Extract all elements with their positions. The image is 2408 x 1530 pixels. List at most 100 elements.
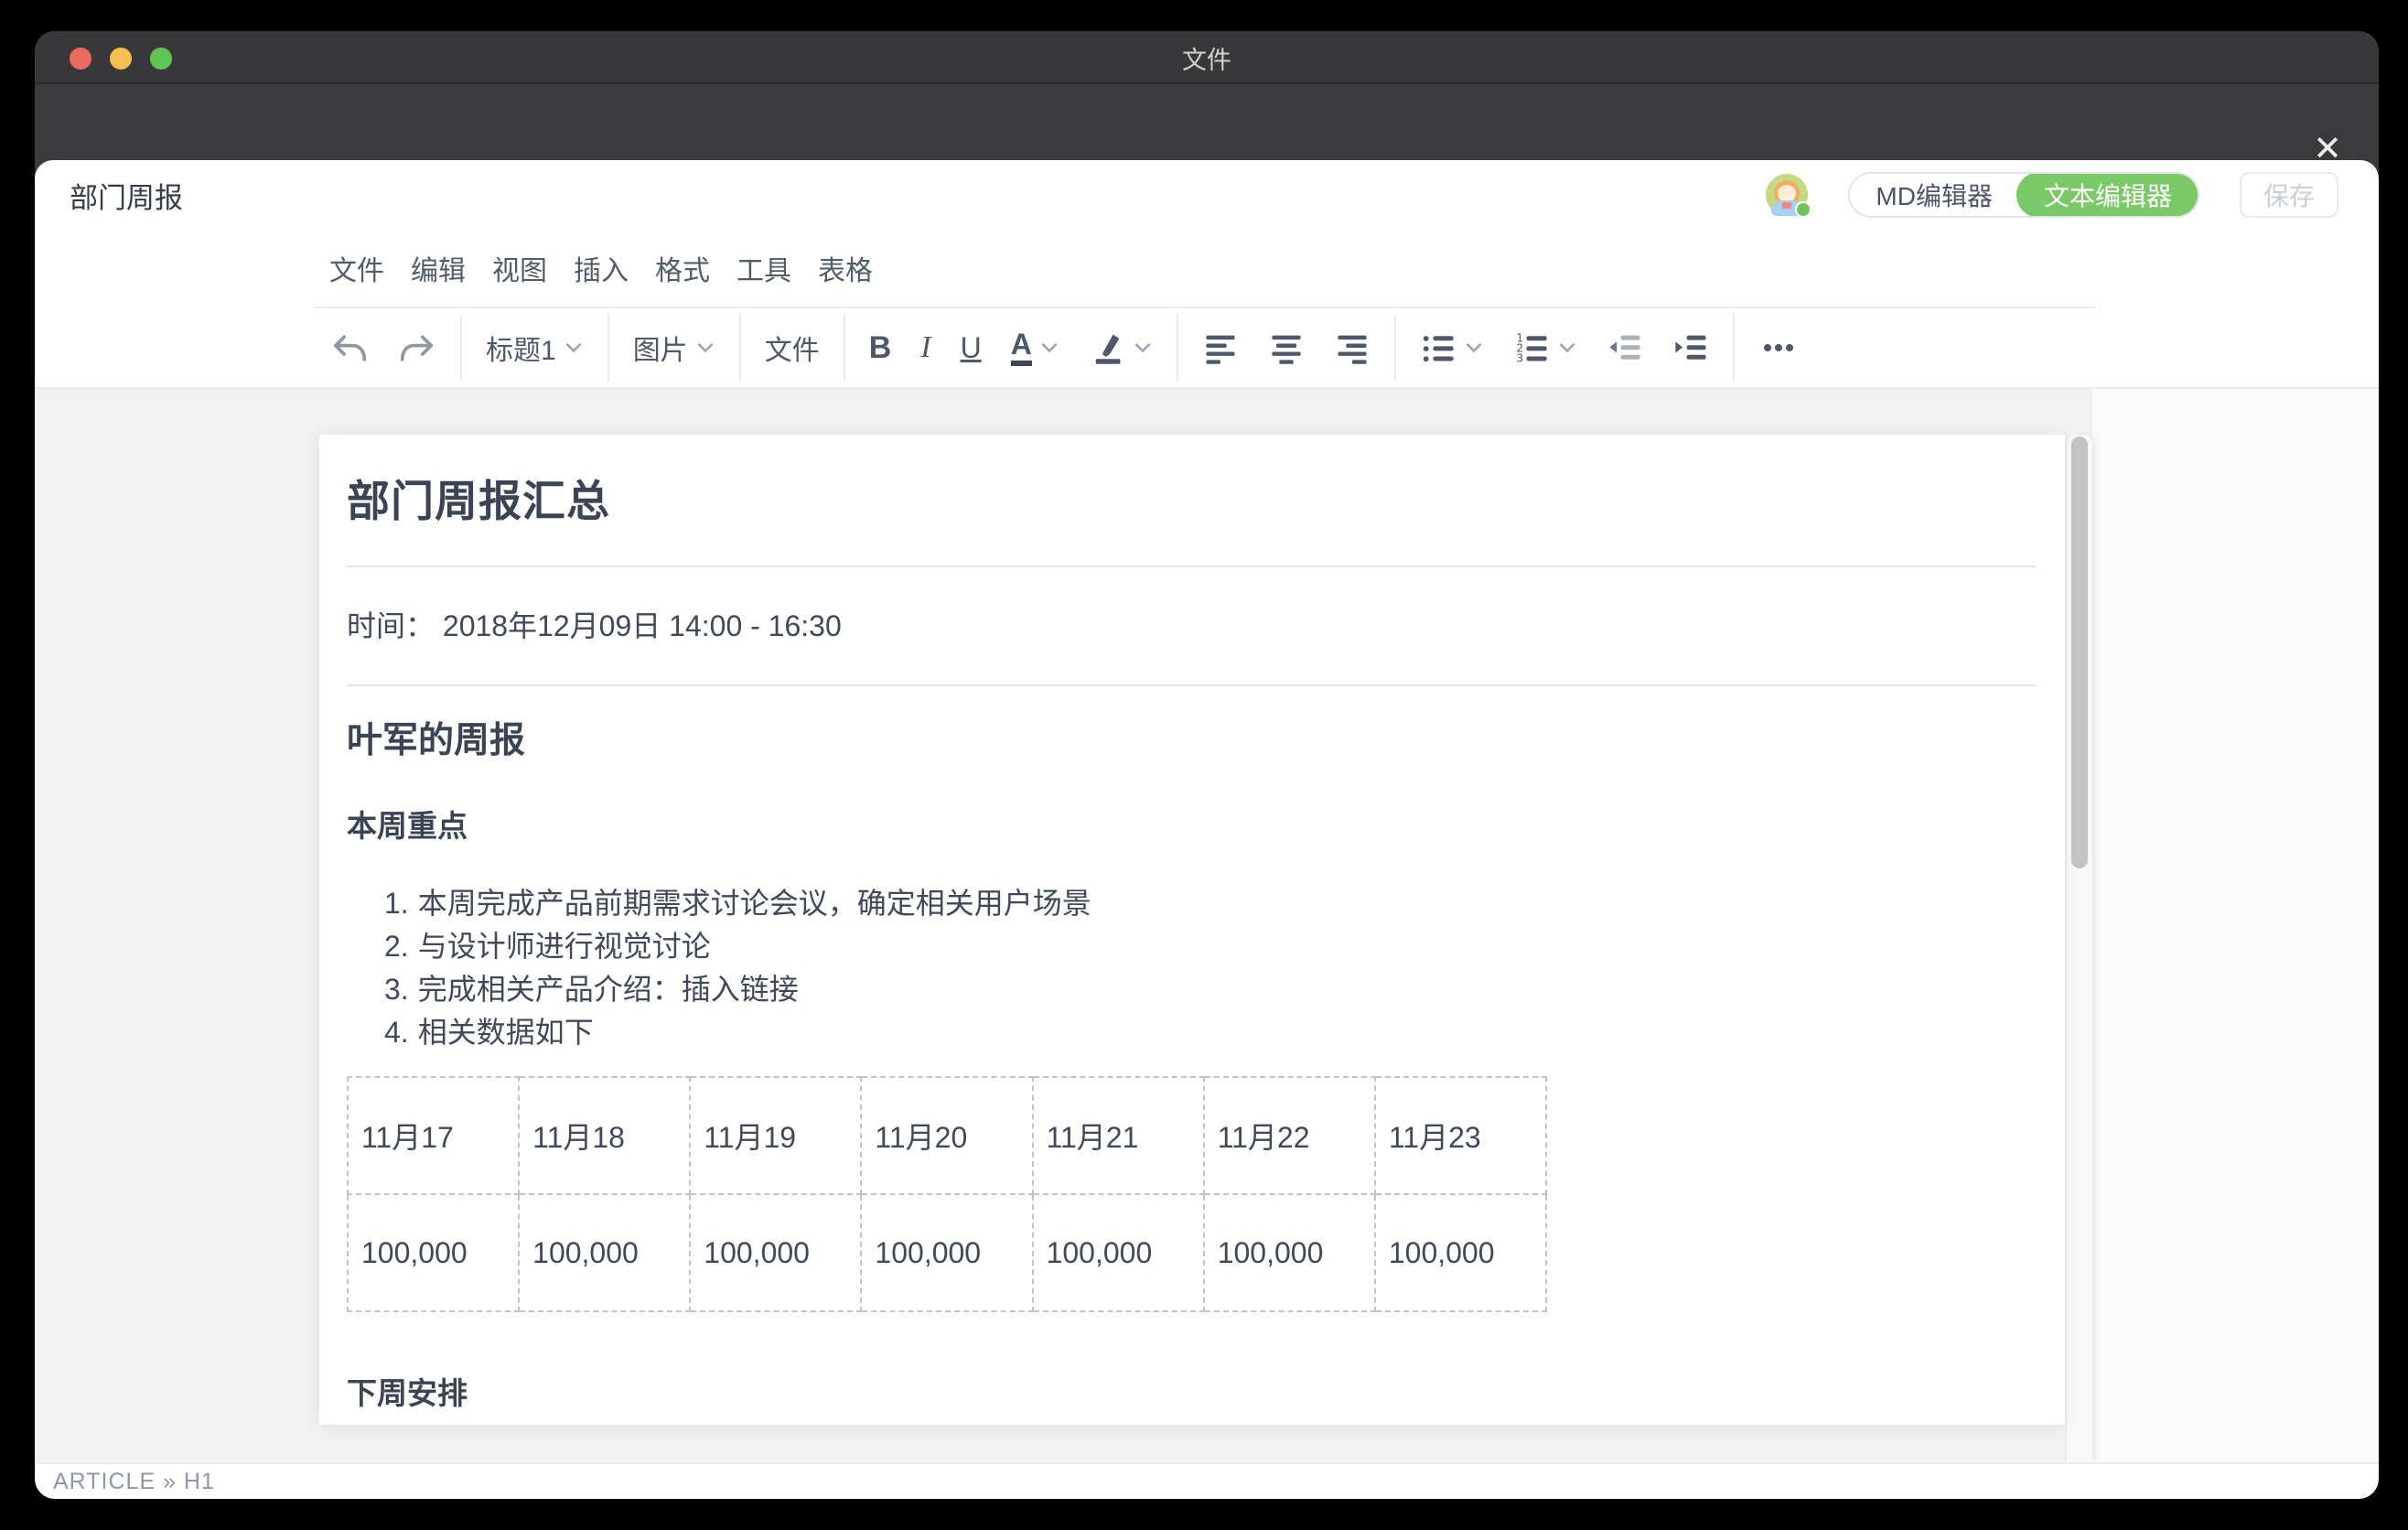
list-item: 4. 相关数据如下 — [384, 1011, 2036, 1054]
menu-tools[interactable]: 工具 — [736, 248, 791, 288]
doc-title: 部门周报 — [70, 175, 183, 216]
table-row: 100,000 100,000 100,000 100,000 100,000 … — [348, 1194, 1546, 1311]
horizontal-rule — [347, 684, 2036, 686]
close-icon[interactable]: ✕ — [2302, 123, 2353, 174]
ordered-list-icon: 123 — [1513, 329, 1550, 366]
undo-button[interactable] — [316, 318, 383, 377]
menu-format[interactable]: 格式 — [655, 248, 710, 288]
indent-button[interactable] — [1658, 318, 1724, 377]
toolbar-separator — [1733, 314, 1735, 382]
statusbar: ARTICLE » H1 — [35, 1462, 2379, 1499]
toolbar-separator — [739, 314, 741, 382]
chevron-down-icon — [564, 338, 584, 358]
horizontal-rule — [347, 566, 2036, 567]
file-insert-button[interactable]: 文件 — [750, 318, 834, 377]
window-title: 文件 — [35, 31, 2379, 84]
avatar-bow — [1782, 202, 1791, 209]
table-cell[interactable]: 11月23 — [1375, 1077, 1546, 1194]
chevron-down-icon — [1557, 338, 1577, 358]
content-right-margin — [2092, 389, 2379, 1462]
table-cell[interactable]: 100,000 — [690, 1194, 861, 1311]
image-select[interactable]: 图片 — [618, 318, 730, 377]
md-editor-button[interactable]: MD编辑器 — [1850, 174, 2018, 216]
table-cell[interactable]: 100,000 — [1375, 1194, 1546, 1311]
doc-h3-next-week: 下周安排 — [347, 1374, 2036, 1413]
toolbar-row: 标题1 图片 文件 B I U A — [35, 307, 2379, 389]
toolbar-separator — [607, 314, 609, 382]
chevron-down-icon — [1464, 338, 1484, 358]
doc-header-actions: MD编辑器 文本编辑器 保存 — [1766, 172, 2338, 218]
save-button[interactable]: 保存 — [2240, 172, 2338, 218]
table-cell[interactable]: 11月22 — [1204, 1077, 1375, 1194]
bullet-list-icon — [1420, 329, 1457, 366]
toolbar: 标题1 图片 文件 B I U A — [316, 307, 2095, 387]
table-cell[interactable]: 11月19 — [690, 1077, 861, 1194]
bullet-list-button[interactable] — [1405, 318, 1499, 377]
table-cell[interactable]: 11月18 — [519, 1077, 690, 1194]
align-left-icon — [1202, 329, 1239, 366]
editor-mode-switch: MD编辑器 文本编辑器 — [1848, 172, 2199, 218]
doc-h2: 叶军的周报 — [347, 719, 2036, 763]
user-avatar[interactable] — [1766, 174, 1808, 216]
table-cell[interactable]: 100,000 — [861, 1194, 1032, 1311]
list-number: 4. — [384, 1011, 409, 1054]
chevron-down-icon — [1039, 338, 1059, 358]
italic-button[interactable]: I — [906, 318, 945, 377]
highlight-button[interactable] — [1074, 318, 1167, 377]
doc-h3-week-focus: 本周重点 — [347, 807, 2036, 846]
toolbar-separator — [1177, 314, 1178, 382]
toolbar-separator — [1394, 314, 1396, 382]
table-cell[interactable]: 100,000 — [519, 1194, 690, 1311]
list-item: 3. 完成相关产品介绍：插入链接 — [384, 968, 2036, 1011]
menu-insert[interactable]: 插入 — [574, 248, 629, 288]
scrollbar-thumb[interactable] — [2071, 436, 2088, 868]
table-cell[interactable]: 100,000 — [348, 1194, 519, 1311]
chevron-down-icon — [695, 338, 715, 358]
text-editor-button[interactable]: 文本编辑器 — [2016, 172, 2199, 218]
list-text: 与设计师进行视觉讨论 — [418, 925, 711, 968]
highlighter-icon — [1089, 329, 1125, 366]
redo-button[interactable] — [383, 318, 451, 377]
outdent-button[interactable] — [1592, 318, 1658, 377]
titlebar: 文件 — [35, 31, 2379, 84]
scrollbar-track[interactable] — [2065, 435, 2092, 1462]
heading-select[interactable]: 标题1 — [471, 318, 598, 377]
indent-icon — [1672, 329, 1709, 366]
menubar: 文件 编辑 视图 插入 格式 工具 表格 — [35, 230, 2379, 307]
list-item: 1. 本周完成产品前期需求讨论会议，确定相关用户场景 — [384, 882, 2036, 925]
weekly-list: 1. 本周完成产品前期需求讨论会议，确定相关用户场景 2. 与设计师进行视觉讨论… — [347, 882, 2036, 1054]
svg-text:3: 3 — [1516, 352, 1523, 365]
more-button[interactable] — [1744, 318, 1813, 377]
font-color-button[interactable]: A — [996, 318, 1074, 377]
table-cell[interactable]: 100,000 — [1204, 1194, 1375, 1311]
element-path-breadcrumb: ARTICLE » H1 — [53, 1469, 215, 1495]
table-cell[interactable]: 11月21 — [1033, 1077, 1204, 1194]
list-text: 完成相关产品介绍：插入链接 — [418, 968, 799, 1011]
list-number: 1. — [384, 882, 409, 925]
doc-h1: 部门周报汇总 — [347, 466, 2036, 529]
underline-button[interactable]: U — [946, 318, 996, 377]
menu-view[interactable]: 视图 — [492, 248, 547, 288]
table-cell[interactable]: 11月17 — [348, 1077, 519, 1194]
table-row: 11月17 11月18 11月19 11月20 11月21 11月22 11月2… — [348, 1077, 1546, 1194]
list-text: 本周完成产品前期需求讨论会议，确定相关用户场景 — [418, 882, 1091, 925]
undo-icon — [330, 329, 369, 367]
redo-icon — [398, 329, 436, 367]
menu-table[interactable]: 表格 — [818, 248, 873, 288]
table-cell[interactable]: 100,000 — [1033, 1194, 1204, 1311]
bold-button[interactable]: B — [855, 318, 907, 377]
ordered-list-button[interactable]: 123 — [1499, 318, 1592, 377]
menu-file[interactable]: 文件 — [329, 248, 384, 288]
toolbar-separator — [844, 314, 845, 382]
align-right-button[interactable] — [1319, 318, 1385, 377]
document-card[interactable]: 部门周报汇总 时间： 2018年12月09日 14:00 - 16:30 叶军的… — [319, 435, 2065, 1425]
align-center-button[interactable] — [1253, 318, 1319, 377]
align-left-button[interactable] — [1188, 318, 1253, 377]
online-status-dot — [1795, 201, 1811, 218]
menu-edit[interactable]: 编辑 — [411, 248, 466, 288]
list-item: 2. 与设计师进行视觉讨论 — [384, 925, 2036, 968]
list-number: 2. — [384, 925, 409, 968]
list-number: 3. — [384, 968, 409, 1011]
data-table[interactable]: 11月17 11月18 11月19 11月20 11月21 11月22 11月2… — [347, 1076, 1547, 1312]
table-cell[interactable]: 11月20 — [861, 1077, 1032, 1194]
